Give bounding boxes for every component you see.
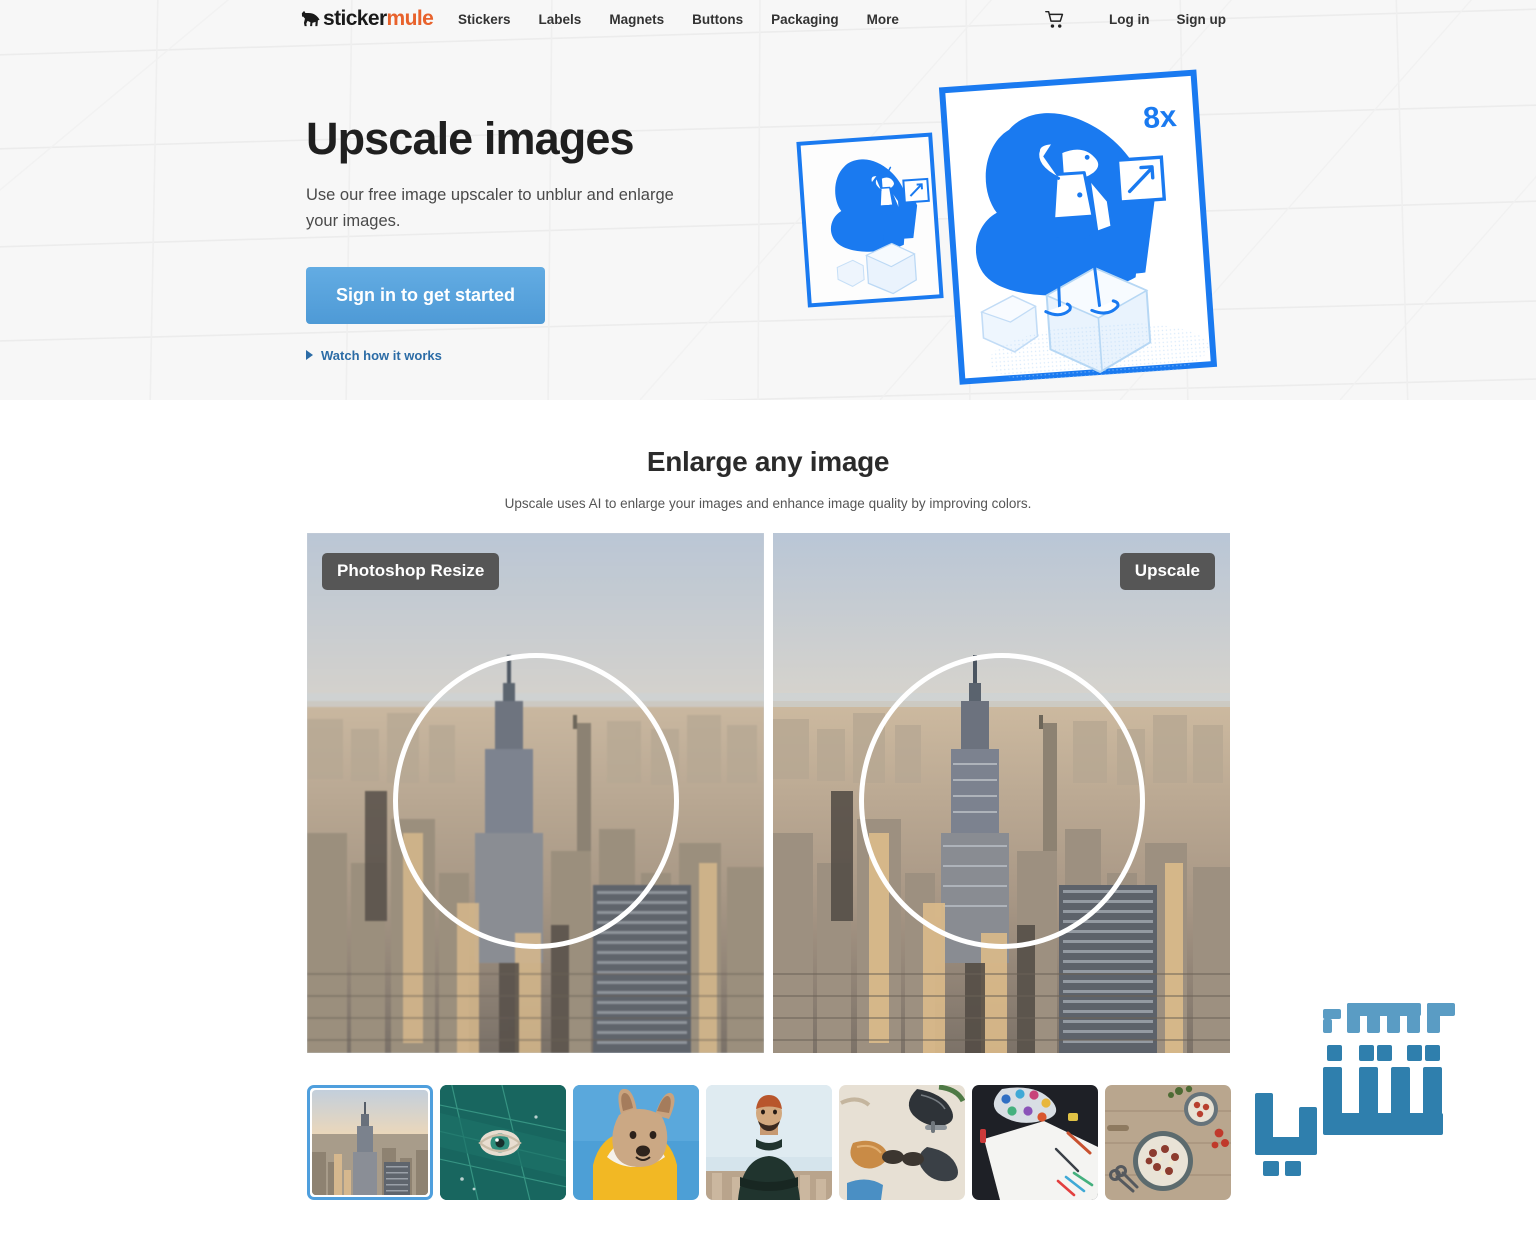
new-york-city-skyline-sharp <box>773 533 1230 1053</box>
section-subtitle: Upscale uses AI to enlarge your images a… <box>504 496 1032 511</box>
nav-item-labels[interactable]: Labels <box>525 11 596 29</box>
thumb-shoes-flatlay-image <box>839 1085 965 1200</box>
hero-section: Upscale images Use our free image upscal… <box>0 0 1536 400</box>
shopping-cart-icon[interactable] <box>1045 10 1065 29</box>
mule-silhouette-icon <box>301 10 320 27</box>
sign-in-to-get-started-button[interactable]: Sign in to get started <box>306 266 546 324</box>
page-title: Upscale images <box>306 113 634 164</box>
primary-navigation: Stickers Labels Magnets Buttons Packagin… <box>458 11 913 29</box>
thumb-shoes-flatlay[interactable] <box>839 1085 965 1200</box>
logo-wordmark: stickermule <box>323 7 434 30</box>
thumb-art-palette-image <box>972 1085 1098 1200</box>
nav-item-stickers[interactable]: Stickers <box>458 11 525 29</box>
thumb-food-flatlay[interactable] <box>1105 1085 1231 1200</box>
hero-perspective-grid <box>0 0 1536 400</box>
thumb-dog-image <box>573 1085 699 1200</box>
watch-how-it-works-link[interactable]: Watch how it works <box>306 348 746 363</box>
nav-item-magnets[interactable]: Magnets <box>595 11 678 29</box>
thumb-man-image <box>706 1085 832 1200</box>
upscale-cards-illustration: 8x <box>790 55 1230 400</box>
section-title: Enlarge any image <box>646 446 890 477</box>
watch-link-label: Watch how it works <box>321 347 442 363</box>
thumb-art-palette[interactable] <box>972 1085 1098 1200</box>
badge-upscale: Upscale <box>1119 553 1215 590</box>
comparison-pane-right[interactable]: Upscale <box>773 533 1230 1053</box>
log-in-link[interactable]: Log in <box>1109 10 1150 29</box>
enlarge-any-image-section: Enlarge any image Upscale uses AI to enl… <box>0 400 1536 1238</box>
stickermule-logo[interactable]: stickermule <box>301 7 434 30</box>
sign-up-link[interactable]: Sign up <box>1177 10 1227 29</box>
thumb-leaf-eye[interactable] <box>440 1085 566 1200</box>
new-york-city-skyline-blurry <box>307 533 764 1053</box>
nav-item-more[interactable]: More <box>853 11 913 29</box>
thumb-nyc-skyline[interactable] <box>307 1085 433 1200</box>
badge-photoshop-resize: Photoshop Resize <box>322 553 500 590</box>
thumb-leaf-eye-image <box>440 1085 566 1200</box>
account-navigation: Log in Sign up <box>1045 10 1226 29</box>
thumb-man-turtleneck[interactable] <box>706 1085 832 1200</box>
illustration-badge-8x: 8x <box>1142 100 1178 135</box>
thumb-dog-yellow-hoodie[interactable] <box>573 1085 699 1200</box>
comparison-viewer: Photoshop Resize Upscale <box>307 533 1230 1053</box>
comparison-pane-left[interactable]: Photoshop Resize <box>307 533 764 1053</box>
play-triangle-icon <box>306 350 313 361</box>
thumb-food-flatlay-image <box>1105 1085 1231 1200</box>
hero-copy: Upscale images Use our free image upscal… <box>306 114 746 363</box>
hero-subtitle: Use our free image upscaler to unblur an… <box>306 185 674 231</box>
nav-item-packaging[interactable]: Packaging <box>757 11 853 29</box>
sample-thumbnail-strip <box>307 1085 1232 1200</box>
nav-item-buttons[interactable]: Buttons <box>678 11 757 29</box>
site-header: stickermule Stickers Labels Magnets Butt… <box>0 0 1536 41</box>
thumb-nyc-skyline-image <box>312 1090 428 1195</box>
